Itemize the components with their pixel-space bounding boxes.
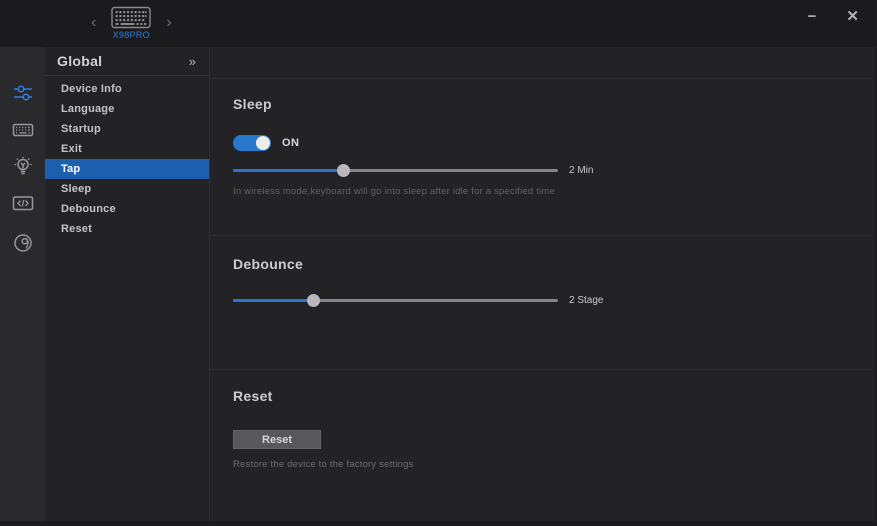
minimize-button[interactable]: − [808,6,817,28]
reset-button[interactable]: Reset [233,430,321,449]
device-current[interactable]: X98PRO [111,6,152,40]
menu-title: Global [57,53,103,69]
nav-item-keys[interactable] [0,115,45,145]
settings-sliders-icon [13,85,32,101]
macro-icon [12,196,33,211]
collapse-panel-icon[interactable]: » [189,54,196,69]
reset-section: Reset Reset Restore the device to the fa… [211,370,873,521]
debounce-slider-value: 2 Stage [569,295,604,306]
debounce-section: Debounce 2 Stage [211,236,873,370]
debounce-slider-row: 2 Stage [233,294,873,307]
device-name-label: X98PRO [112,30,150,40]
menu-list: Device Info Language Startup Exit Tap Sleep De… [45,76,209,239]
app-window: ‹ X98PRO › − ✕ Global » Device Info Lang… [0,0,877,526]
menu-item-device-info[interactable]: Device Info [45,79,209,99]
window-bottom-edge [0,521,875,526]
menu-item-exit[interactable]: Exit [45,139,209,159]
sleep-toggle-row: ON [233,135,873,151]
debounce-slider-thumb[interactable] [307,294,321,307]
nav-item-global-settings[interactable] [0,78,45,108]
close-button[interactable]: ✕ [846,6,859,28]
menu-item-sleep[interactable]: Sleep [45,179,209,199]
menu-panel: Global » Device Info Language Startup Exit T… [45,47,210,521]
sleep-slider-fill [233,169,344,172]
menu-item-reset[interactable]: Reset [45,219,209,239]
next-device-button[interactable]: › [163,4,174,42]
sleep-slider-thumb[interactable] [336,164,350,177]
sleep-slider-row: 2 Min [233,164,873,177]
content: Sleep ON 2 Min In wireless mode,keyboard… [211,47,873,521]
menu-item-startup[interactable]: Startup [45,119,209,139]
debounce-title: Debounce [233,256,304,272]
keyboard-image-icon [111,6,152,29]
lighting-icon [14,156,31,175]
menu-item-tap[interactable]: Tap [45,159,209,179]
menu-item-debounce[interactable]: Debounce [45,199,209,219]
window-controls: − ✕ [808,6,859,28]
sleep-toggle-label: ON [282,137,300,149]
menu-header: Global » [45,47,209,76]
keyboard-icon [12,123,33,137]
reset-description: Restore the device to the factory settin… [233,459,414,470]
debounce-slider-fill [233,299,315,302]
reset-title: Reset [233,388,273,404]
nav-item-macro[interactable] [0,188,45,218]
content-top-strip [211,47,873,79]
sleep-toggle-knob [256,136,270,150]
sleep-description: In wireless mode,keyboard will go into s… [233,186,555,197]
titlebar: ‹ X98PRO › − ✕ [0,0,875,47]
nav-item-lighting[interactable] [0,151,45,181]
prev-device-button[interactable]: ‹ [88,4,99,42]
device-switcher: ‹ X98PRO › [88,4,175,42]
sleep-slider[interactable] [233,164,558,177]
nav-item-performance[interactable] [0,228,45,258]
sleep-title: Sleep [233,96,272,112]
sleep-toggle[interactable] [233,135,271,151]
menu-item-language[interactable]: Language [45,99,209,119]
sleep-slider-value: 2 Min [569,165,594,176]
nav-sidebar [0,47,45,521]
sleep-section: Sleep ON 2 Min In wireless mode,keyboard… [211,79,873,236]
performance-icon [13,234,32,252]
debounce-slider[interactable] [233,294,558,307]
